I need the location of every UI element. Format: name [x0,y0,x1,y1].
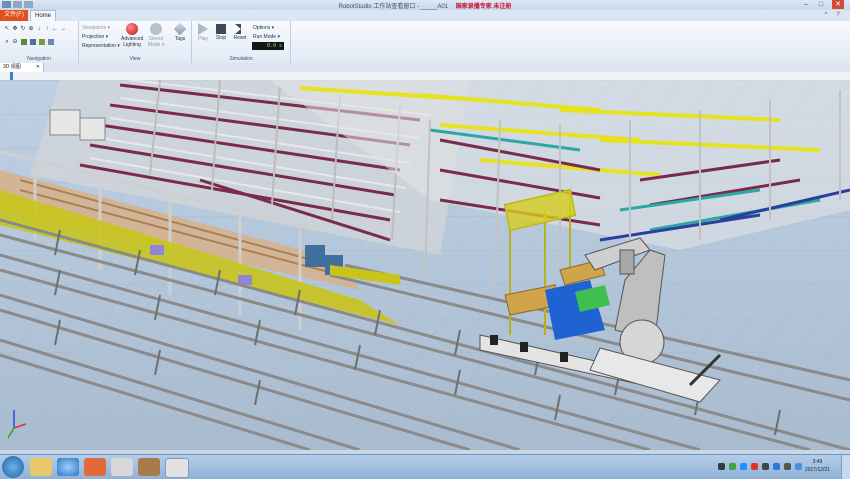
tags-label: Tags [174,36,186,42]
tab-home[interactable]: Home [30,10,56,21]
clock-time: 3:49 [812,459,823,465]
tag-icon [173,22,187,36]
tray-red-icon[interactable] [751,463,758,470]
tray-volume-icon[interactable] [762,463,769,470]
title-bar: RobotStudio 工作站查看窗口 - _____A01 国家录播专家 未注… [0,0,850,10]
stereo-mode-button[interactable]: Stereo Mode ▾ [145,23,167,48]
tray-misc-icon[interactable] [784,463,791,470]
lighting-sphere-icon [126,23,138,35]
taskbar-clock[interactable]: 3:49 2017/12/21 [805,458,830,474]
robotstudio-active-icon[interactable] [165,458,189,478]
office-icon[interactable] [84,458,106,476]
reset-label: Reset [233,35,247,41]
close-button[interactable]: ✕ [832,0,844,9]
projection-menu[interactable]: Projection ▾ [82,34,108,40]
stereo-glasses-icon [150,23,162,35]
show-desktop-button[interactable] [841,455,850,479]
zoom-in-icon[interactable]: ⊕ [28,26,34,32]
play-icon [198,23,208,35]
tags-button[interactable]: Tags [169,22,191,42]
options-menu[interactable]: Options ▾ [253,25,274,31]
tray-blue-icon[interactable] [773,463,780,470]
tray-network-icon[interactable] [740,463,747,470]
ribbon-tab-row: 文件(F) Home ^ ? [0,10,850,21]
frame-icon[interactable] [39,39,45,45]
navigation-group: ↖ ✥ ↻ ⊕ ↓ ↑ ← → ⌕ ⊖ Navigation [0,21,79,63]
taskbar: 3:49 2017/12/21 [0,454,850,479]
view-group-label: View [129,56,141,62]
simulation-group-label: Simulation [229,56,253,62]
3d-scene[interactable] [0,80,850,450]
ribbon: ↖ ✥ ↻ ⊕ ↓ ↑ ← → ⌕ ⊖ Navigation Viewpoint… [0,21,850,64]
tab-3d-view-label: 3D 视图 [3,64,21,70]
window-title: RobotStudio 工作站查看窗口 - _____A01 国家录播专家 未注… [0,1,850,10]
3d-viewport[interactable] [0,80,850,450]
pan-icon[interactable]: ✥ [12,26,18,32]
timeline-slider-thumb[interactable] [10,72,13,80]
robotstudio-icon[interactable] [111,458,133,476]
simulation-time-display: 0.0 s [252,42,284,50]
viewpoints-menu[interactable]: Viewpoints ▾ [82,25,110,31]
media-icon[interactable] [138,458,160,476]
tab-3d-view[interactable]: 3D 视图 ✕ [0,63,44,72]
maximize-button[interactable]: □ [815,0,827,9]
camera-icon[interactable] [48,39,54,45]
browser-icon[interactable] [57,458,79,476]
reset-button[interactable]: Reset [229,23,251,41]
rotate-icon[interactable]: ↻ [20,26,26,32]
reset-icon [235,24,241,34]
tray-flag-icon[interactable] [795,463,802,470]
play-label: Play [198,36,208,42]
zoom-icon[interactable]: ⌕ [4,39,10,45]
select-icon[interactable]: ↖ [4,26,10,32]
arrow-up-icon[interactable]: ↑ [44,26,50,32]
advanced-lighting-button[interactable]: Advanced Lighting [121,23,143,48]
help-icon[interactable]: ? [834,11,842,19]
stop-icon [216,24,226,34]
tab-file[interactable]: 文件(F) [0,10,28,21]
file-explorer-icon[interactable] [30,458,52,476]
stereo-mode-label: Stereo Mode ▾ [147,36,165,48]
run-mode-menu[interactable]: Run Mode ▾ [253,34,280,40]
arrow-down-icon[interactable]: ↓ [36,26,42,32]
view-group: Viewpoints ▾ Projection ▾ Representation… [79,21,192,63]
start-button[interactable] [2,456,24,478]
arrow-left-icon[interactable]: ← [52,26,58,32]
navigation-group-label: Navigation [27,56,51,62]
stop-label: Stop [215,35,227,41]
minimize-button[interactable]: – [800,0,812,9]
arrow-right-icon[interactable]: → [60,26,66,32]
view-all-icon[interactable] [21,39,27,45]
tray-keyboard-icon[interactable] [718,463,725,470]
tray-green-icon[interactable] [729,463,736,470]
zoom-out-icon[interactable]: ⊖ [12,39,18,45]
view-center-icon[interactable] [30,39,36,45]
advanced-lighting-label: Advanced Lighting [121,36,144,48]
ribbon-minimize-icon[interactable]: ^ [822,11,830,19]
clock-date: 2017/12/21 [804,467,830,473]
close-tab-icon[interactable]: ✕ [36,63,40,72]
representation-menu[interactable]: Representation ▾ [82,43,120,49]
